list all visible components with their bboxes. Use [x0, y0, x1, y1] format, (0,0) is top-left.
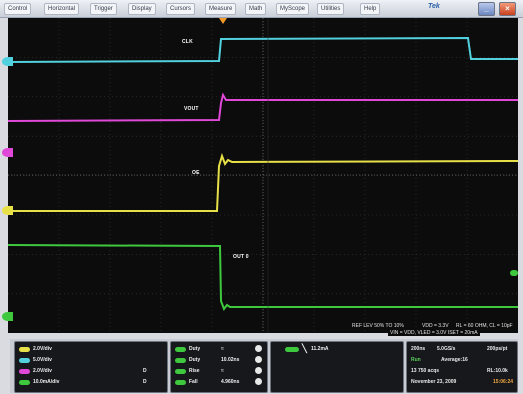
vdd-note: VDD = 3.3V [422, 323, 449, 329]
meas3-value: ≈ [221, 368, 224, 374]
meas2-name[interactable]: Duty [189, 357, 200, 363]
menu-control[interactable]: Control [4, 3, 32, 15]
points-per-div: 200ps/pt [487, 346, 508, 352]
meas1-indicator [175, 347, 186, 352]
average-mode: Average:16 [441, 357, 468, 363]
waveform-display[interactable]: CLK VOUT OE OUT 0 REF LEV 50% TO 10% VDD… [8, 18, 518, 333]
meas3-indicator [175, 369, 186, 374]
acquisition-count: 13 750 acqs [411, 368, 440, 374]
graticule [8, 18, 518, 333]
meas3-menu-icon[interactable] [255, 367, 262, 374]
ref-level-note: REF LEV 50% TO 10% [352, 323, 404, 329]
ch1-indicator[interactable] [19, 347, 30, 352]
clk-label: CLK [182, 39, 193, 45]
trigger-source-indicator[interactable] [285, 347, 299, 352]
trigger-slope-icon: ╲ [302, 344, 307, 353]
minimize-button[interactable]: _ [478, 2, 495, 16]
ch3-bw-tag: D [143, 368, 147, 374]
ch4-ground-marker[interactable] [2, 312, 13, 321]
meas4-menu-icon[interactable] [255, 378, 262, 385]
menu-utilities[interactable]: Utilities [317, 3, 345, 15]
time: 15:06:24 [493, 379, 514, 385]
meas1-menu-icon[interactable] [255, 345, 262, 352]
ch2-scale[interactable]: 5.0V/div [33, 357, 52, 363]
menu-myscope[interactable]: MyScope [276, 3, 310, 15]
meas1-value: ≈ [221, 346, 224, 352]
out0-label: OUT 0 [233, 254, 249, 260]
trigger-level[interactable]: 11.2mA [311, 346, 329, 352]
ch4-scale[interactable]: 10.0mA/div [33, 379, 59, 385]
menu-display[interactable]: Display [128, 3, 156, 15]
sample-rate: 5.0GS/s [437, 346, 456, 352]
meas1-name[interactable]: Duty [189, 346, 200, 352]
ch1-ground-marker[interactable] [2, 57, 13, 66]
meas4-name[interactable]: Fall [189, 379, 198, 385]
vin-note: VIN = VDD, VLED = 3.0V ISET = 20mA [388, 330, 480, 336]
ch4-bw-tag: D [143, 379, 147, 385]
timebase[interactable]: 200ns [411, 346, 425, 352]
close-button[interactable]: × [499, 2, 516, 16]
menu-measure[interactable]: Measure [205, 3, 237, 15]
ch4-indicator[interactable] [19, 380, 30, 385]
measurement-readout: Duty ≈ Duty 10.02ns Rise ≈ Fall 4.960ns [170, 341, 268, 393]
menu-trigger[interactable]: Trigger [90, 3, 117, 15]
brand-logo: Tek [428, 3, 440, 10]
acquisition-readout: 200ns 5.0GS/s 200ps/pt Run Average:16 13… [406, 341, 518, 393]
ch3-indicator[interactable] [19, 369, 30, 374]
ch2-ground-marker[interactable] [2, 148, 13, 157]
trigger-level-marker[interactable] [510, 270, 518, 276]
ch3-ground-marker[interactable] [2, 206, 13, 215]
meas2-indicator [175, 358, 186, 363]
record-length: RL:10.0k [487, 368, 508, 374]
run-status[interactable]: Run [411, 357, 421, 363]
meas2-value: 10.02ns [221, 357, 240, 363]
date: November 23, 2009 [411, 379, 457, 385]
meas2-menu-icon[interactable] [255, 356, 262, 363]
meas4-value: 4.960ns [221, 379, 240, 385]
ch1-scale[interactable]: 2.0V/div [33, 346, 52, 352]
menu-math[interactable]: Math [245, 3, 267, 15]
minimize-icon: _ [484, 4, 489, 13]
ch3-scale[interactable]: 2.0V/div [33, 368, 52, 374]
meas3-name[interactable]: Rise [189, 368, 200, 374]
oe-label: OE [192, 170, 200, 176]
menu-horizontal[interactable]: Horizontal [44, 3, 80, 15]
ch2-indicator[interactable] [19, 358, 30, 363]
channel-readout: 2.0V/div 5.0V/div 2.0V/div D 10.0mA/div … [14, 341, 168, 393]
status-panel: 2.0V/div 5.0V/div 2.0V/div D 10.0mA/div … [10, 339, 518, 393]
meas4-indicator [175, 380, 186, 385]
load-note: RL = 60 OHM, CL = 10pF [456, 323, 513, 329]
menu-cursors[interactable]: Cursors [166, 3, 196, 15]
trigger-readout: ╲ 11.2mA [270, 341, 404, 393]
trigger-position-marker[interactable] [219, 18, 227, 24]
vout-label: VOUT [184, 106, 199, 112]
close-icon: × [505, 4, 510, 13]
menu-help[interactable]: Help [360, 3, 381, 15]
menu-bar: Control Horizontal Trigger Display Curso… [0, 0, 523, 18]
